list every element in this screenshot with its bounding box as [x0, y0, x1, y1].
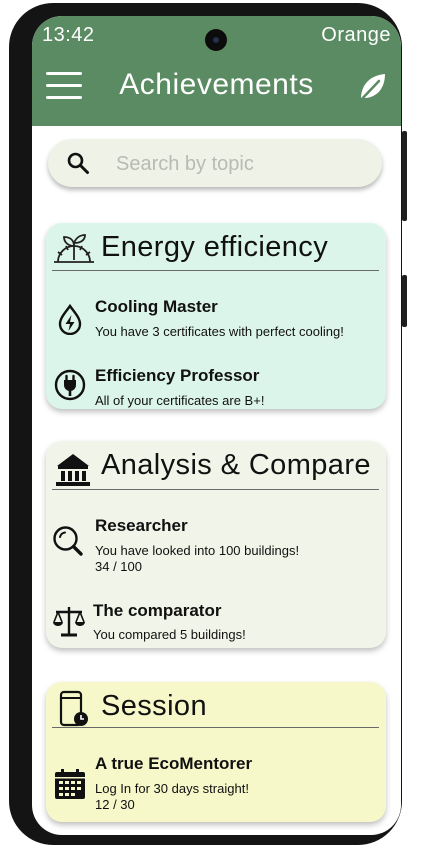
section-card-session: Session A true EcoMentorer Log In for 30… [46, 682, 386, 822]
app-bar: 13:42 Orange Achievements [32, 16, 401, 126]
search-input[interactable] [114, 145, 368, 183]
search-bar[interactable] [48, 139, 382, 187]
magnifier-icon [52, 525, 84, 557]
search-icon [66, 151, 90, 175]
achievement-title: Cooling Master [95, 297, 218, 316]
section-divider [52, 270, 379, 271]
scales-icon [52, 604, 86, 640]
achievement-title: A true EcoMentorer [95, 754, 253, 773]
phone-frame: 13:42 Orange Achievements Search by topi… [9, 3, 407, 845]
page-title: Achievements [119, 68, 314, 101]
section-title: Energy efficiency [101, 231, 329, 263]
section-card-energy-efficiency: Energy efficiency Cooling Master You hav… [46, 223, 386, 409]
front-camera [205, 29, 227, 51]
section-title: Session [101, 690, 207, 722]
phone-side-button [402, 275, 407, 327]
section-divider [52, 489, 379, 490]
power-plug-icon [54, 369, 86, 401]
building-icon [52, 451, 94, 487]
energy-drop-icon [54, 303, 86, 336]
section-card-analysis-compare: Analysis & Compare Researcher You have l… [46, 441, 386, 648]
leaf-icon[interactable] [355, 70, 389, 104]
achievement-progress: 12 / 30 [95, 797, 135, 812]
achievement-description: You have looked into 100 buildings! [95, 543, 300, 558]
achievement-progress: 34 / 100 [95, 559, 142, 574]
achievement-description: You compared 5 buildings! [93, 627, 246, 642]
calendar-icon [54, 768, 86, 800]
achievement-title: Efficiency Professor [95, 366, 260, 385]
phone-clock-icon [58, 690, 92, 728]
achievement-title: Researcher [95, 516, 188, 535]
plant-gear-icon [52, 230, 96, 268]
achievement-description: Log In for 30 days straight! [95, 781, 249, 796]
achievement-description: You have 3 certificates with perfect coo… [95, 324, 344, 339]
status-carrier: Orange [321, 24, 391, 46]
section-divider [52, 727, 379, 728]
section-title: Analysis & Compare [101, 449, 371, 481]
achievement-title: The comparator [93, 601, 222, 620]
achievement-description: All of your certificates are B+! [95, 393, 265, 408]
status-time: 13:42 [42, 24, 95, 46]
phone-screen: 13:42 Orange Achievements Search by topi… [32, 16, 401, 835]
phone-side-button [402, 131, 407, 221]
